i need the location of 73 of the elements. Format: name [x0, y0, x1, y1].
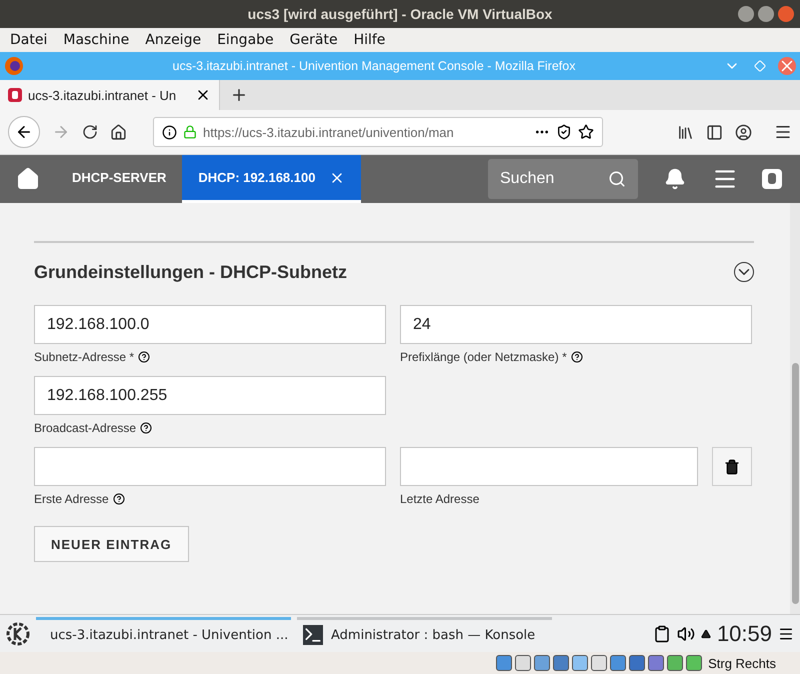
- home-icon: [16, 167, 40, 191]
- add-entry-button[interactable]: NEUER EINTRAG: [34, 526, 189, 562]
- library-button[interactable]: [677, 124, 694, 140]
- help-icon[interactable]: [570, 351, 583, 363]
- clipboard-icon[interactable]: [652, 624, 671, 642]
- close-button[interactable]: [778, 6, 794, 22]
- text-field[interactable]: [400, 447, 698, 486]
- status-icon[interactable]: [648, 655, 664, 671]
- sidebar-button[interactable]: [706, 124, 723, 140]
- status-icon[interactable]: [629, 655, 646, 671]
- site-logo-icon: [8, 88, 22, 102]
- text-field[interactable]: 192.168.100.0: [34, 305, 386, 344]
- host-key-label: Strg Rechts: [708, 656, 776, 670]
- search-icon[interactable]: [608, 170, 626, 188]
- status-icon[interactable]: [534, 655, 550, 671]
- menu-item[interactable]: Eingabe: [217, 32, 274, 48]
- field-label: Prefixlänge (oder Netzmaske) *: [400, 350, 567, 364]
- module-tab[interactable]: DHCP: 192.168.100: [182, 155, 362, 203]
- volume-icon[interactable]: [676, 624, 695, 642]
- field-label: Erste Adresse: [34, 492, 109, 506]
- help-icon[interactable]: [138, 351, 150, 363]
- status-icon[interactable]: [591, 655, 608, 671]
- field-label: Broadcast-Adresse: [34, 421, 136, 435]
- text-field[interactable]: 192.168.100.255: [34, 376, 386, 415]
- terminal-icon: [303, 625, 323, 645]
- module-tab[interactable]: DHCP-SERVER: [56, 155, 182, 203]
- text-field[interactable]: 24: [400, 305, 752, 344]
- plus-icon: [230, 86, 248, 104]
- menu-icon[interactable]: [778, 626, 794, 642]
- field-label: Letzte Adresse: [400, 492, 480, 506]
- menu-item[interactable]: Anzeige: [145, 32, 202, 48]
- trash-icon: [724, 458, 740, 474]
- status-icon[interactable]: [572, 655, 588, 671]
- star-icon[interactable]: [578, 124, 594, 140]
- address-bar[interactable]: https://ucs-3.itazubi.intranet/univention/man: [153, 117, 603, 147]
- delete-button[interactable]: [712, 447, 752, 486]
- section-title: Grundeinstellungen - DHCP-Subnetz: [34, 262, 347, 282]
- status-icon[interactable]: [686, 655, 702, 671]
- lock-icon: [183, 125, 197, 139]
- expand-icon[interactable]: [700, 628, 711, 638]
- maximize-button[interactable]: [758, 6, 774, 22]
- browser-title: ucs-3.itazubi.intranet - Univention Management Console - Mozilla Firefox: [172, 59, 576, 73]
- status-icon[interactable]: [667, 655, 684, 671]
- status-icon[interactable]: [610, 655, 626, 671]
- status-icon[interactable]: [553, 655, 570, 671]
- back-icon: [15, 123, 33, 141]
- minimize-button[interactable]: [738, 6, 754, 22]
- back-button[interactable]: [8, 116, 40, 148]
- menu-item[interactable]: Hilfe: [354, 32, 386, 48]
- scrollbar[interactable]: [790, 203, 800, 614]
- app-logo-icon[interactable]: [762, 169, 782, 189]
- app-launcher-icon[interactable]: [6, 622, 30, 646]
- browser-logo-icon: [4, 56, 24, 76]
- clock[interactable]: 10:59: [716, 620, 772, 646]
- reload-button[interactable]: [82, 124, 98, 140]
- text-field[interactable]: [34, 447, 386, 486]
- info-icon[interactable]: [162, 124, 177, 140]
- status-icon[interactable]: [515, 655, 532, 671]
- collapse-button[interactable]: [734, 262, 754, 282]
- status-icon[interactable]: [496, 655, 512, 671]
- help-icon[interactable]: [140, 422, 152, 434]
- window-title: ucs3 [wird ausgeführt] - Oracle VM VirtualBox: [248, 6, 552, 22]
- home-button[interactable]: [110, 124, 127, 140]
- field-label: Subnetz-Adresse *: [34, 350, 134, 364]
- help-icon[interactable]: [112, 493, 125, 505]
- browser-tab[interactable]: ucs-3.itazubi.intranet - Un: [0, 80, 220, 110]
- notifications-button[interactable]: [664, 168, 686, 190]
- menu-button[interactable]: [774, 123, 792, 141]
- menu-item[interactable]: Geräte: [290, 32, 338, 48]
- search-field[interactable]: Suchen: [488, 159, 638, 199]
- account-button[interactable]: [735, 124, 752, 140]
- menu-item[interactable]: Datei: [10, 32, 48, 48]
- menu-item[interactable]: Maschine: [63, 32, 130, 48]
